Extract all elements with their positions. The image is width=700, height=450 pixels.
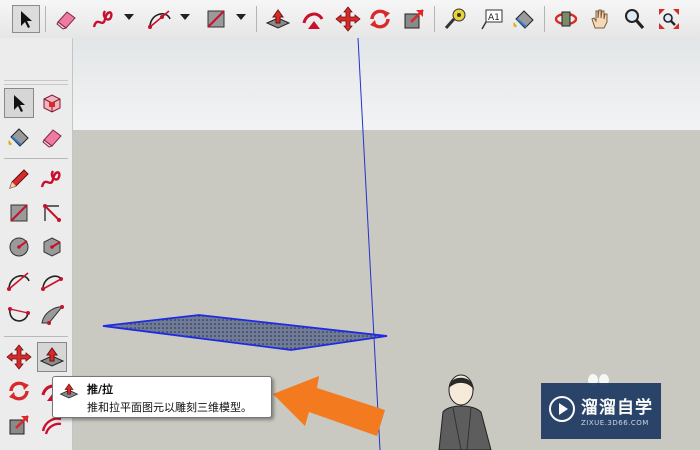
main-toolbar: A1	[0, 0, 700, 39]
move-tool-icon[interactable]	[334, 5, 362, 33]
freehand-tool-icon[interactable]	[37, 164, 67, 194]
toolbar-separator	[45, 6, 46, 32]
paint-bucket-tool-icon[interactable]	[4, 122, 34, 152]
select-tool-icon[interactable]	[12, 5, 40, 33]
freehand-tool-icon[interactable]	[90, 5, 118, 33]
move-tool-icon[interactable]	[4, 342, 34, 372]
chevron-down-icon[interactable]	[124, 14, 134, 20]
rectangle-tool-icon[interactable]	[202, 5, 230, 33]
human-scale-figure	[438, 374, 492, 450]
svg-text:A1: A1	[488, 13, 500, 23]
pie-tool-icon[interactable]	[37, 266, 67, 296]
two-point-arc-tool-icon[interactable]	[4, 300, 34, 330]
text-tool-icon[interactable]: A1	[477, 5, 505, 33]
push-pull-icon	[59, 381, 79, 401]
push-pull-tool-icon[interactable]	[264, 5, 292, 33]
tooltip-description: 推和拉平面图元以雕刻三维模型。	[87, 401, 252, 414]
blue-axis-line	[357, 38, 381, 450]
tape-measure-tool-icon[interactable]	[442, 5, 470, 33]
toolbar-separator	[256, 6, 257, 32]
chevron-down-icon[interactable]	[180, 14, 190, 20]
toolbar-separator	[4, 336, 68, 337]
orbit-tool-icon[interactable]	[552, 5, 580, 33]
push-pull-tool-icon[interactable]	[37, 342, 67, 372]
arc-tool-icon[interactable]	[4, 266, 34, 296]
eraser-tool-icon[interactable]	[37, 122, 67, 152]
circle-tool-icon[interactable]	[4, 232, 34, 262]
toolbar-grip[interactable]	[4, 80, 68, 85]
rotate-tool-icon[interactable]	[366, 5, 394, 33]
push-pull-tooltip: 推/拉 推和拉平面图元以雕刻三维模型。	[52, 376, 272, 418]
rectangle-face	[102, 314, 388, 351]
watermark-name: 溜溜自学	[581, 398, 653, 418]
chevron-down-icon[interactable]	[236, 14, 246, 20]
rectangle-tool-icon[interactable]	[4, 198, 34, 228]
toolbar-separator	[4, 158, 68, 159]
three-point-arc-tool-icon[interactable]	[37, 300, 67, 330]
make-component-tool-icon[interactable]	[37, 88, 67, 118]
watermark-url: ZIXUE.3D66.COM	[581, 419, 649, 427]
watermark: 溜溜自学 ZIXUE.3D66.COM	[541, 383, 661, 439]
eraser-tool-icon[interactable]	[52, 5, 80, 33]
follow-me-tool-icon[interactable]	[299, 5, 327, 33]
paint-bucket-tool-icon[interactable]	[510, 5, 538, 33]
orange-pointer-arrow	[273, 376, 385, 436]
arc-tool-icon[interactable]	[146, 5, 174, 33]
tooltip-title: 推/拉	[87, 383, 114, 396]
select-tool-icon[interactable]	[4, 88, 34, 118]
zoom-extents-tool-icon[interactable]	[655, 5, 683, 33]
pan-tool-icon[interactable]	[586, 5, 614, 33]
toolbar-separator	[544, 6, 545, 32]
rotated-rectangle-tool-icon[interactable]	[37, 198, 67, 228]
scale-tool-icon[interactable]	[4, 410, 34, 440]
polygon-tool-icon[interactable]	[37, 232, 67, 262]
rotate-tool-icon[interactable]	[4, 376, 34, 406]
scale-tool-icon[interactable]	[400, 5, 428, 33]
pencil-tool-icon[interactable]	[4, 164, 34, 194]
zoom-tool-icon[interactable]	[620, 5, 648, 33]
toolbar-separator	[434, 6, 435, 32]
play-logo-icon	[548, 395, 576, 423]
